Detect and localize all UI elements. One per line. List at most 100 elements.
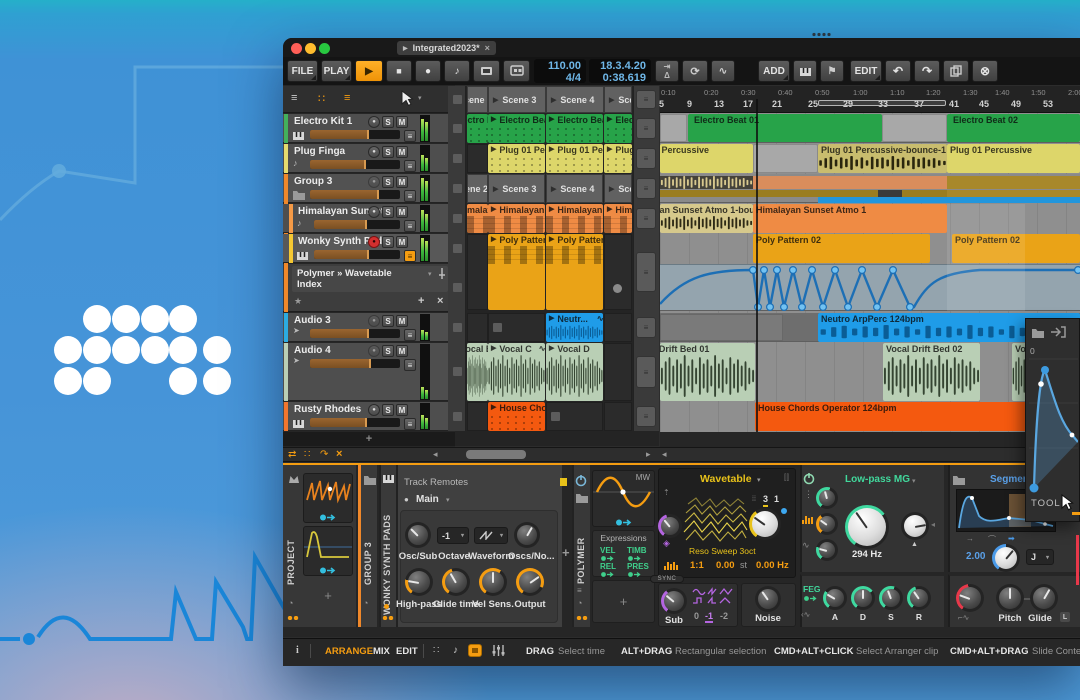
- clip-play-icon[interactable]: ▶: [491, 343, 496, 355]
- unison-voices[interactable]: 3: [763, 494, 768, 507]
- clip-play-icon[interactable]: ▶: [549, 144, 554, 156]
- scene-header[interactable]: ▶Scene 4: [546, 86, 604, 113]
- sub-oct-0[interactable]: 0: [694, 611, 699, 621]
- track-mute-button[interactable]: M: [396, 176, 408, 188]
- launcher-clip[interactable]: ▶Plug 01 Per...: [488, 144, 545, 173]
- timing-icon[interactable]: ◔: [288, 598, 293, 608]
- punch-buttons[interactable]: ⇥Δ: [655, 60, 679, 82]
- project-add-slot[interactable]: +: [303, 579, 353, 611]
- timing-icon[interactable]: ◔: [577, 598, 582, 608]
- seg-rate-value[interactable]: 2.00: [966, 551, 985, 562]
- track-solo-button[interactable]: S: [382, 176, 394, 188]
- stop-clip-button[interactable]: [453, 244, 462, 253]
- lp-res-knob[interactable]: [816, 539, 838, 561]
- expressions-panel[interactable]: Expressions VEL TIMB REL PRES: [592, 530, 655, 577]
- arranger-clip[interactable]: [753, 144, 818, 173]
- row-more-button[interactable]: ≡: [636, 118, 656, 139]
- release-knob[interactable]: [907, 586, 931, 610]
- track-name[interactable]: Rusty Rhodes: [294, 404, 361, 415]
- clip-play-icon[interactable]: ▶: [491, 402, 496, 414]
- latch-badge[interactable]: L: [1060, 612, 1070, 622]
- launcher-clip[interactable]: ▶Himalayan ...: [604, 204, 632, 233]
- volume-fader[interactable]: [310, 160, 400, 169]
- view-mix[interactable]: MIX: [373, 646, 390, 657]
- stop-clip-button[interactable]: [453, 412, 462, 421]
- seg-rate-knob[interactable]: [992, 544, 1020, 572]
- launcher-clip[interactable]: ▶Himalayan ...: [488, 204, 545, 233]
- group-scene-cell[interactable]: ▶Scene 4: [604, 174, 632, 203]
- empty-clip-slot[interactable]: [467, 234, 488, 310]
- scene-play-icon[interactable]: ▶: [609, 185, 614, 193]
- loop-region[interactable]: [818, 100, 946, 106]
- project-vertical-label[interactable]: PROJECT: [286, 505, 296, 585]
- stop-clip-button[interactable]: [453, 154, 462, 163]
- seg-sync-select[interactable]: J▾: [1026, 549, 1054, 565]
- project-display-2[interactable]: [303, 526, 353, 576]
- track-routing-button[interactable]: ≡: [404, 250, 416, 262]
- row-more-button[interactable]: ≡: [636, 148, 656, 169]
- stop-clip-button[interactable]: [453, 283, 462, 292]
- track-mute-button[interactable]: M: [396, 315, 408, 327]
- row-more-button[interactable]: ≡: [636, 208, 656, 229]
- clip-play-icon[interactable]: ▶: [491, 114, 496, 126]
- add-track-row[interactable]: +: [283, 432, 455, 446]
- launcher-clip[interactable]: ▶Plug 01 Per...: [546, 144, 603, 173]
- play-button[interactable]: ▶: [355, 60, 383, 82]
- launcher-clip[interactable]: ▶Vocal D: [546, 343, 603, 401]
- high-pass-knob[interactable]: [405, 568, 433, 596]
- power-icon[interactable]: [575, 474, 587, 488]
- row-more-button[interactable]: ≡: [636, 356, 656, 388]
- semitone-value[interactable]: 0.00: [716, 560, 735, 571]
- polymer-add-slot[interactable]: +: [592, 580, 655, 623]
- launcher-scroll-left-icon[interactable]: ◂: [433, 449, 438, 460]
- metronome-button[interactable]: [473, 60, 500, 82]
- empty-clip-slot[interactable]: [604, 402, 632, 431]
- project-tab[interactable]: ▶ Integrated2023* ×: [397, 41, 496, 55]
- clear-icon[interactable]: ×: [336, 448, 342, 460]
- clip-play-icon[interactable]: ▶: [549, 234, 554, 246]
- launcher-clip[interactable]: ▶Poly Patter...: [488, 234, 545, 310]
- row-more-button[interactable]: ≡: [636, 317, 656, 338]
- track-arm-button[interactable]: ●: [368, 315, 380, 327]
- volume-fader[interactable]: [310, 190, 400, 199]
- track-solo-button[interactable]: S: [382, 315, 394, 327]
- view-arrange[interactable]: ARRANGE: [325, 646, 373, 657]
- launcher-clip[interactable]: ▶Electro Bea...: [604, 114, 632, 143]
- close-window-button[interactable]: [291, 43, 302, 54]
- snap-grid-icon[interactable]: ∷: [433, 645, 439, 656]
- group-scene-cell[interactable]: ▶Scene 3: [488, 174, 545, 203]
- stop-all-clips-button[interactable]: [453, 95, 462, 104]
- seg-curve-icon[interactable]: ⌒: [988, 534, 996, 545]
- launcher-clip[interactable]: Electro Bea...: [467, 114, 488, 143]
- row-more-button[interactable]: ≡: [636, 406, 656, 427]
- power-icon[interactable]: [803, 472, 815, 486]
- volume-fader[interactable]: [310, 418, 400, 427]
- clip-play-icon[interactable]: ▶: [607, 114, 612, 126]
- noise-knob[interactable]: [755, 586, 781, 612]
- glide-knob[interactable]: [1030, 584, 1058, 612]
- track-mute-button[interactable]: M: [396, 345, 408, 357]
- list-view-icon[interactable]: ≡: [344, 92, 350, 104]
- lowpass-caret[interactable]: ▾: [912, 477, 916, 485]
- glide-time-knob[interactable]: [442, 568, 470, 596]
- scene-play-icon[interactable]: ▶: [493, 185, 498, 193]
- polymer-vertical-label[interactable]: POLYMER: [576, 520, 586, 584]
- track-name[interactable]: Audio 3: [294, 315, 331, 326]
- track-routing-button[interactable]: ≡: [404, 220, 416, 232]
- launcher-scrollbar[interactable]: [466, 450, 526, 459]
- empty-clip-slot[interactable]: [467, 144, 488, 173]
- clip-play-icon[interactable]: ▶: [549, 114, 554, 126]
- row-more-button[interactable]: ≡: [636, 252, 656, 292]
- arranger-clip[interactable]: [882, 114, 947, 142]
- stop-clip-button[interactable]: [453, 323, 462, 332]
- volume-fader[interactable]: [314, 250, 400, 259]
- octave-select[interactable]: -1▾: [437, 527, 469, 544]
- track-solo-button[interactable]: S: [382, 404, 394, 416]
- track-mute-button[interactable]: M: [396, 206, 408, 218]
- add-icon[interactable]: +: [620, 594, 628, 609]
- popup-folder-icon[interactable]: [1031, 326, 1045, 339]
- scene-play-icon[interactable]: ▶: [551, 96, 556, 104]
- arranger-clip[interactable]: Electro Beat 01: [688, 114, 882, 142]
- display-profile-button[interactable]: [503, 60, 530, 82]
- index-knob[interactable]: [749, 508, 781, 540]
